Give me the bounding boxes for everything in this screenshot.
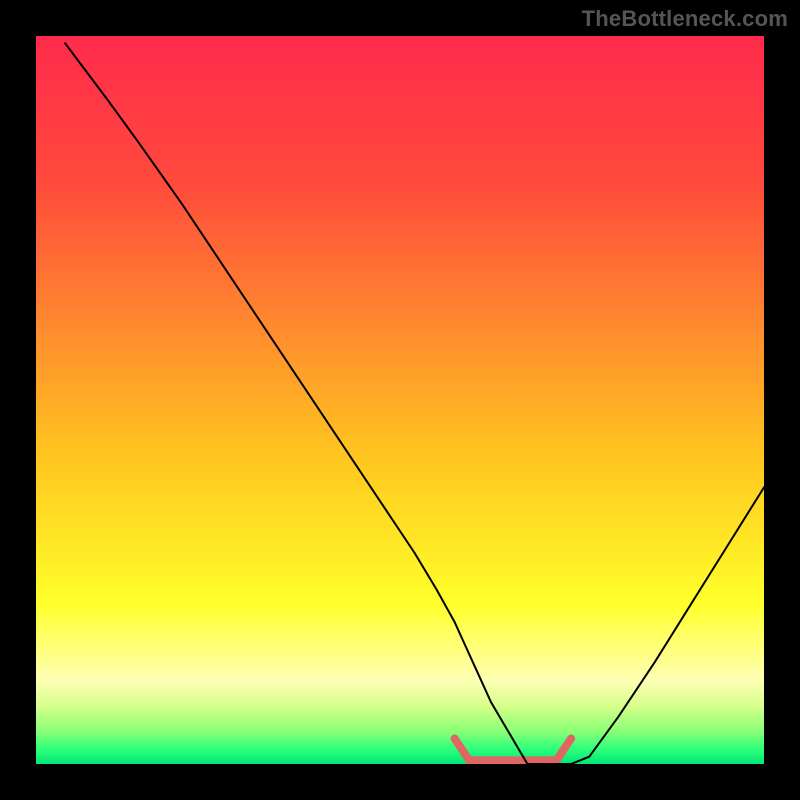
gradient-background [36, 36, 764, 764]
plot-area [36, 36, 764, 764]
chart-svg [36, 36, 764, 764]
watermark-text: TheBottleneck.com [582, 6, 788, 32]
chart-container: TheBottleneck.com [0, 0, 800, 800]
